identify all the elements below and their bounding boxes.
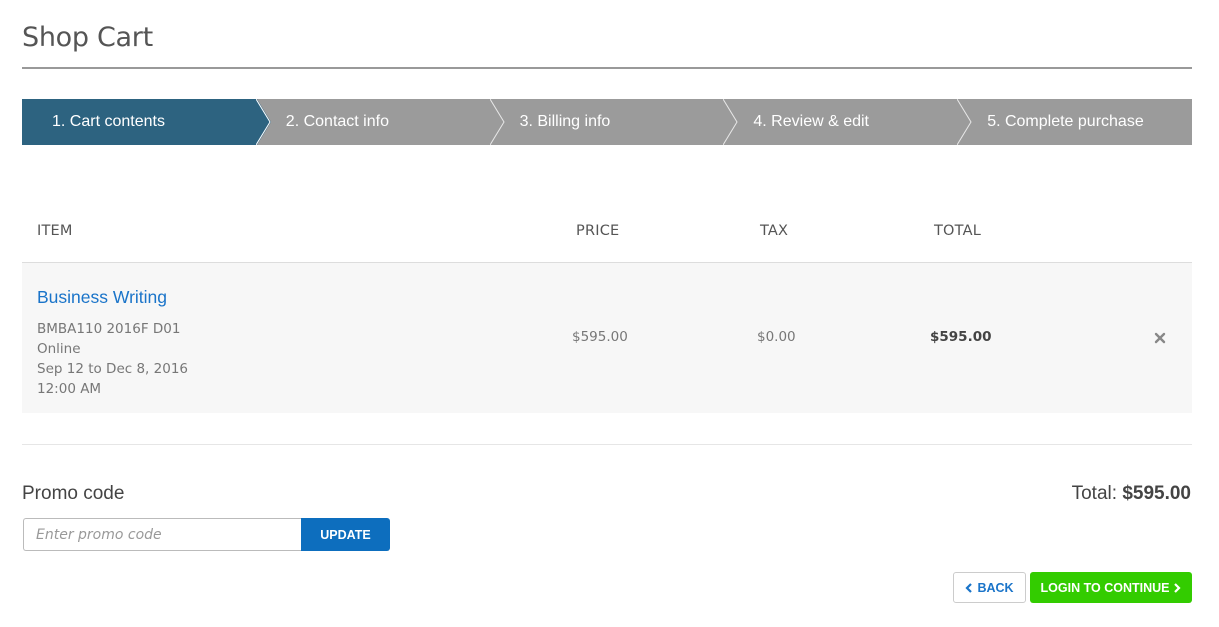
step-label: 1. Cart contents	[52, 113, 165, 130]
order-total: Total: $595.00	[1072, 483, 1191, 505]
back-button[interactable]: BACK	[953, 572, 1026, 603]
chevron-right-icon	[1174, 582, 1182, 593]
table-row: Business Writing BMBA110 2016F D01 Onlin…	[22, 263, 1192, 413]
item-delivery: Online	[37, 341, 81, 357]
column-header-price: PRICE	[576, 223, 620, 239]
step-complete-purchase[interactable]: 5. Complete purchase	[958, 99, 1192, 145]
step-label: 4. Review & edit	[753, 113, 869, 130]
promo-code-label: Promo code	[22, 483, 125, 504]
column-header-tax: TAX	[760, 223, 789, 239]
item-time: 12:00 AM	[37, 381, 102, 397]
step-contact-info[interactable]: 2. Contact info	[257, 99, 505, 145]
cart-table: ITEM PRICE TAX TOTAL Business Writing BM…	[22, 200, 1192, 413]
item-dates: Sep 12 to Dec 8, 2016	[37, 361, 188, 377]
step-separator-icon	[255, 99, 271, 145]
total-value: $595.00	[1122, 483, 1191, 504]
continue-label: LOGIN TO CONTINUE	[1040, 580, 1170, 595]
item-code: BMBA110 2016F D01	[37, 321, 181, 337]
title-divider	[22, 67, 1192, 69]
step-separator-icon	[489, 99, 505, 145]
page-title: Shop Cart	[22, 22, 153, 53]
close-icon[interactable]	[1153, 331, 1167, 345]
column-header-item: ITEM	[37, 223, 73, 239]
step-label: 5. Complete purchase	[987, 113, 1144, 130]
promo-code-input[interactable]	[23, 518, 301, 551]
column-header-total: TOTAL	[934, 223, 981, 239]
table-header: ITEM PRICE TAX TOTAL	[22, 200, 1192, 263]
login-to-continue-button[interactable]: LOGIN TO CONTINUE	[1030, 572, 1192, 603]
back-label: BACK	[977, 580, 1014, 595]
update-button[interactable]: UPDATE	[301, 518, 390, 551]
step-review-edit[interactable]: 4. Review & edit	[724, 99, 973, 145]
step-separator-icon	[957, 99, 973, 145]
item-price: $595.00	[572, 329, 628, 345]
total-label: Total:	[1071, 483, 1118, 504]
step-separator-icon	[723, 99, 739, 145]
step-label: 2. Contact info	[285, 113, 389, 130]
item-tax: $0.00	[757, 329, 796, 345]
item-total: $595.00	[930, 329, 992, 345]
section-divider	[22, 444, 1192, 445]
item-name-link[interactable]: Business Writing	[37, 287, 167, 308]
step-cart-contents[interactable]: 1. Cart contents	[22, 99, 271, 145]
item-details: BMBA110 2016F D01 Online Sep 12 to Dec 8…	[37, 319, 188, 399]
step-billing-info[interactable]: 3. Billing info	[491, 99, 739, 145]
chevron-left-icon	[965, 582, 973, 593]
checkout-stepper: 1. Cart contents 2. Contact info 3. Bill…	[22, 99, 1192, 145]
promo-code-form: UPDATE	[23, 518, 390, 551]
step-label: 3. Billing info	[519, 113, 611, 130]
